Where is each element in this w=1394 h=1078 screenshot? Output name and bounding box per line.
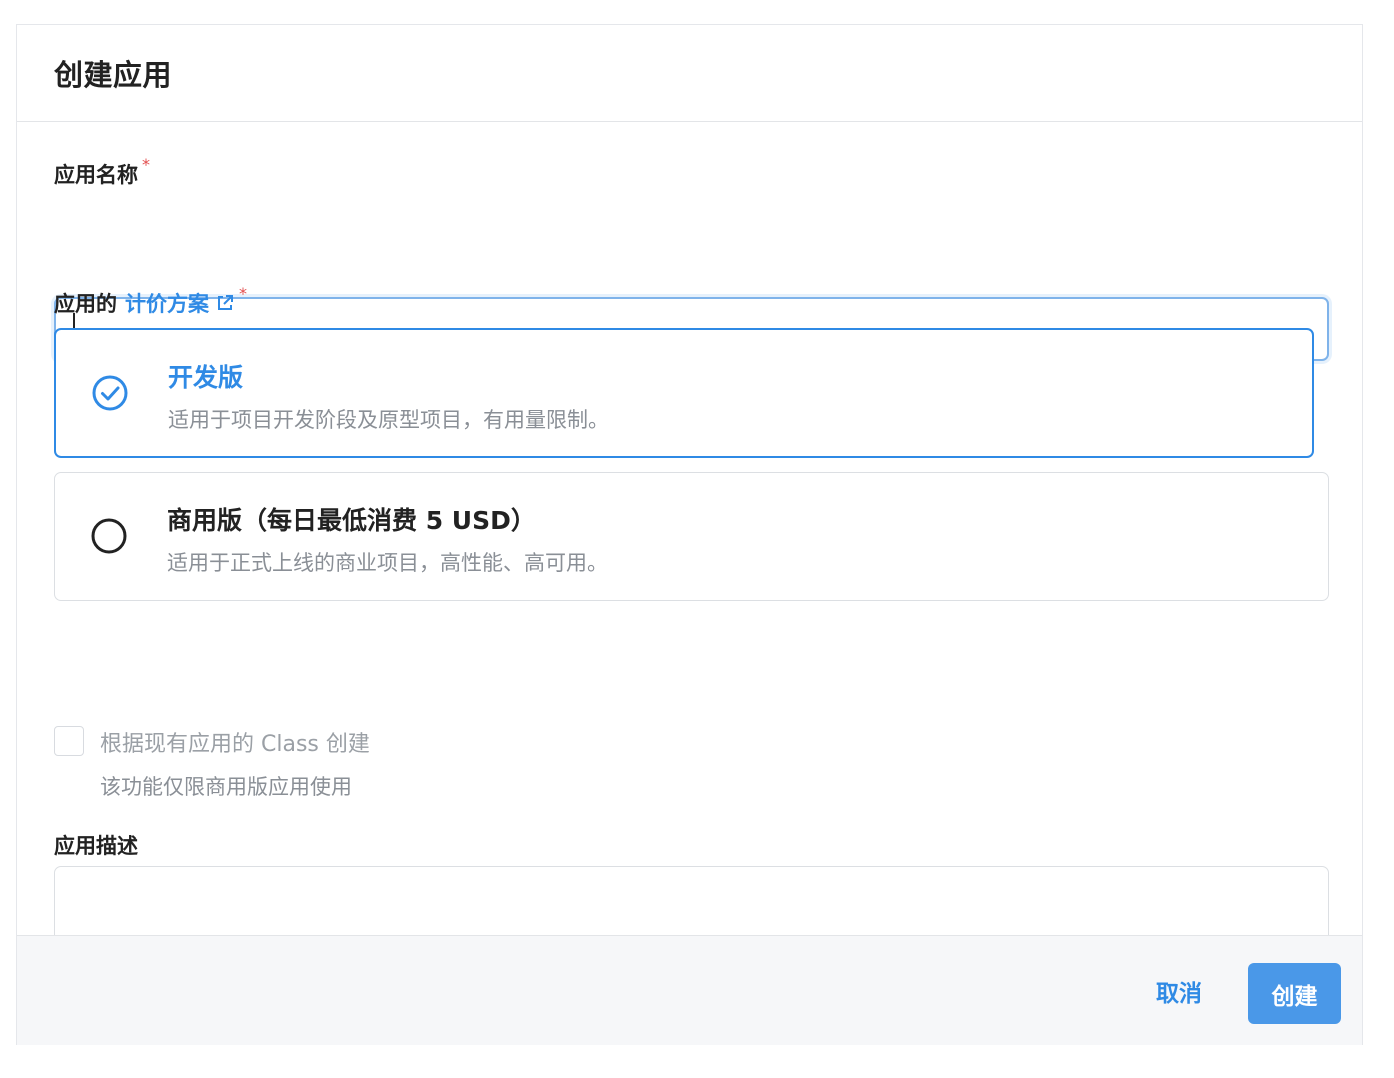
pricing-plan-link[interactable]: 计价方案 — [125, 288, 235, 318]
create-app-dialog: 创建应用 应用名称 * 应用的 计价方案 * 开发版 适用于项目开发阶段及原型项… — [16, 24, 1363, 1045]
create-button[interactable]: 创建 — [1248, 963, 1341, 1024]
cancel-button[interactable]: 取消 — [1139, 963, 1219, 1019]
dialog-header: 创建应用 — [17, 25, 1362, 122]
dialog-footer: 取消 创建 — [17, 935, 1362, 1045]
create-from-class-label: 根据现有应用的 Class 创建 — [100, 732, 370, 757]
plan-option-developer[interactable]: 开发版 适用于项目开发阶段及原型项目，有用量限制。 — [54, 328, 1314, 458]
dialog-body: 应用名称 * 应用的 计价方案 * 开发版 适用于项目开发阶段及原型项目，有用量… — [17, 122, 1362, 995]
required-marker: * — [142, 155, 150, 174]
app-name-label-text: 应用名称 — [54, 163, 138, 187]
plan-title: 商用版（每日最低消费 5 USD） — [167, 506, 536, 535]
radio-unchecked-icon[interactable] — [89, 516, 129, 556]
plan-option-business[interactable]: 商用版（每日最低消费 5 USD） 适用于正式上线的商业项目，高性能、高可用。 — [54, 472, 1329, 601]
app-description-label: 应用描述 — [54, 830, 138, 860]
dialog-title: 创建应用 — [54, 58, 173, 92]
app-description-label-text: 应用描述 — [54, 834, 138, 858]
create-from-class-hint: 该功能仅限商用版应用使用 — [100, 775, 352, 799]
plan-description: 适用于项目开发阶段及原型项目，有用量限制。 — [168, 408, 609, 432]
plan-description: 适用于正式上线的商业项目，高性能、高可用。 — [167, 551, 608, 575]
check-circle-icon — [92, 375, 128, 411]
external-link-icon[interactable] — [215, 293, 235, 313]
create-from-class-checkbox[interactable] — [54, 726, 84, 756]
app-name-label: 应用名称 * — [54, 155, 150, 189]
plan-title: 开发版 — [168, 363, 244, 392]
required-marker: * — [239, 284, 247, 303]
pricing-plan-label-prefix: 应用的 — [54, 292, 117, 316]
pricing-plan-label: 应用的 计价方案 * — [54, 284, 247, 318]
pricing-plan-link-text[interactable]: 计价方案 — [125, 288, 209, 318]
